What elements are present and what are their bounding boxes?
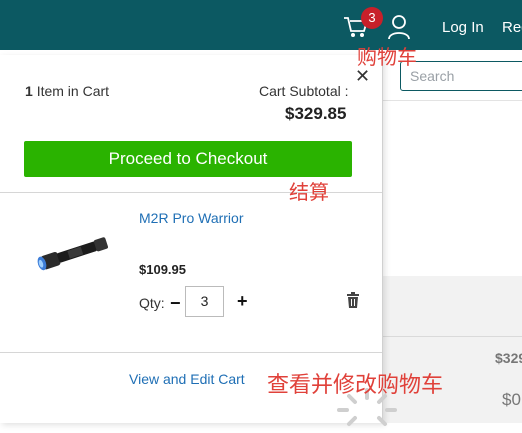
- divider: [383, 100, 522, 101]
- cart-item-count: 1 Item in Cart: [25, 83, 109, 99]
- qty-input[interactable]: 3: [185, 286, 224, 317]
- qty-label: Qty:: [139, 295, 165, 311]
- subtotal-label: Cart Subtotal :: [259, 83, 349, 99]
- qty-decrease-button[interactable]: −: [170, 293, 181, 314]
- divider: [0, 352, 382, 353]
- annotation-view-edit: 查看并修改购物车: [267, 373, 444, 398]
- trash-icon[interactable]: [346, 292, 360, 313]
- view-and-edit-cart-link[interactable]: View and Edit Cart: [129, 371, 245, 387]
- item-count-label: Item in Cart: [36, 83, 110, 99]
- product-name-link[interactable]: M2R Pro Warrior: [139, 210, 244, 226]
- cart-count-badge: 3: [361, 7, 383, 29]
- product-image[interactable]: [24, 212, 124, 292]
- item-count-value: 1: [25, 83, 33, 99]
- annotation-cart: 购物车: [357, 45, 417, 69]
- annotation-checkout: 结算: [289, 180, 329, 204]
- login-link[interactable]: Log In: [442, 19, 484, 36]
- search-input[interactable]: Search: [400, 61, 522, 91]
- divider: [383, 336, 522, 337]
- register-link[interactable]: Reg: [502, 19, 522, 36]
- qty-increase-button[interactable]: +: [237, 291, 248, 312]
- proceed-to-checkout-button[interactable]: Proceed to Checkout: [24, 141, 352, 177]
- subtotal-value: $329.85: [285, 104, 347, 123]
- product-price: $109.95: [139, 262, 186, 277]
- background-price: $329: [495, 350, 522, 366]
- background-price: $0: [502, 390, 521, 409]
